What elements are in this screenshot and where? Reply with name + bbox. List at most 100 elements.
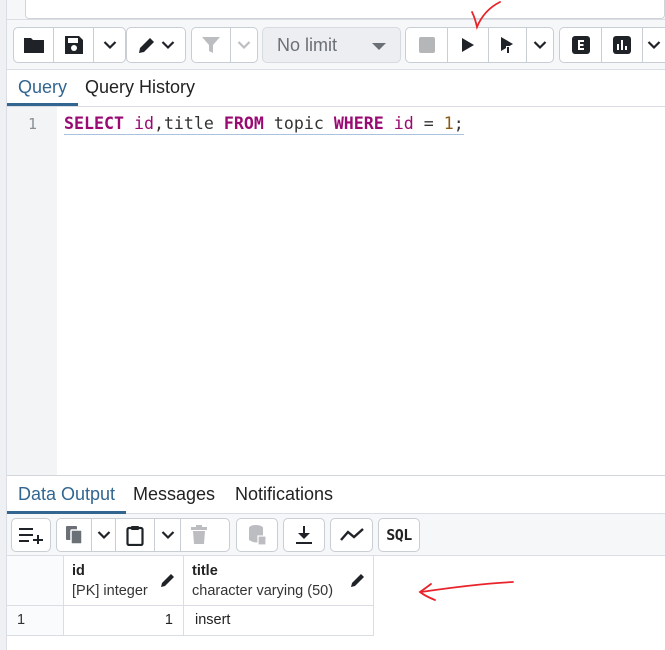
- explain-e-icon: [571, 36, 590, 54]
- output-tabs: Data Output Messages Notifications: [7, 476, 665, 514]
- cell-value: insert: [195, 612, 231, 628]
- stop-icon: [418, 37, 435, 53]
- delete-row-button[interactable]: [181, 519, 217, 551]
- table-cell-title[interactable]: insert: [184, 606, 374, 636]
- execute-options-dropdown[interactable]: [527, 28, 553, 62]
- download-button[interactable]: [284, 519, 324, 551]
- tab-notifications[interactable]: Notifications: [224, 478, 344, 514]
- execute-button-group: [405, 27, 554, 63]
- copy-options-dropdown[interactable]: [92, 519, 116, 551]
- row-number-cell[interactable]: 1: [7, 606, 64, 636]
- save-icon: [64, 36, 83, 54]
- save-data-icon: [249, 525, 267, 546]
- literal-value: 1: [443, 114, 454, 133]
- column-title: title: [163, 114, 214, 133]
- sql-group: SQL: [378, 518, 420, 552]
- top-strip-field: [25, 0, 665, 19]
- paste-button[interactable]: [116, 519, 155, 551]
- execute-button[interactable]: [448, 28, 489, 62]
- tab-query[interactable]: Query: [7, 71, 79, 106]
- check-annotation-icon: [471, 1, 501, 30]
- chevron-down-icon: [237, 41, 251, 50]
- sql-icon: SQL: [386, 526, 412, 544]
- row-limit-value: No limit: [277, 34, 338, 55]
- file-button-group: [13, 27, 126, 63]
- keyword-select: SELECT: [64, 114, 124, 133]
- execute-script-button[interactable]: [489, 28, 527, 62]
- paste-options-dropdown[interactable]: [155, 519, 181, 551]
- explain-button-group: [559, 27, 665, 63]
- column-header-title[interactable]: title character varying (50): [184, 556, 374, 606]
- save-file-button[interactable]: [54, 28, 94, 62]
- comma: ,: [153, 114, 164, 133]
- keyword-where: WHERE: [333, 114, 384, 133]
- stop-button[interactable]: [406, 28, 448, 62]
- column-name: title: [192, 563, 218, 579]
- query-toolbar: No limit: [7, 1, 665, 70]
- delete-icon: [191, 525, 207, 544]
- folder-icon: [23, 38, 44, 53]
- pencil-icon: [161, 574, 174, 587]
- add-row-button[interactable]: [12, 519, 50, 551]
- filter-options-dropdown[interactable]: [231, 28, 257, 62]
- explain-icon: [500, 37, 513, 53]
- open-file-button[interactable]: [14, 28, 54, 62]
- copy-button[interactable]: [57, 519, 92, 551]
- save-data-button[interactable]: [237, 519, 277, 551]
- left-edge: [0, 0, 7, 650]
- where-column: id: [393, 114, 414, 133]
- operator: =: [423, 114, 434, 133]
- column-type: [PK] integer: [72, 583, 148, 599]
- edit-button-group: [126, 27, 186, 63]
- clipboard-group: [56, 518, 230, 552]
- save-data-group: [236, 518, 278, 552]
- arrow-annotation-icon: [418, 581, 514, 601]
- row-limit-select[interactable]: No limit: [262, 27, 401, 63]
- graph-visualiser-button[interactable]: [331, 519, 372, 551]
- filter-button-group: [191, 27, 258, 63]
- explain-analyze-button[interactable]: [602, 28, 643, 62]
- chevron-down-icon: [161, 531, 174, 540]
- caret-down-icon: [372, 43, 386, 50]
- code-line[interactable]: SELECT id,title FROM topic WHERE id = 1;: [64, 114, 464, 135]
- sql-editor[interactable]: 1 SELECT id,title FROM topic WHERE id = …: [7, 107, 665, 475]
- add-row-icon: [19, 528, 43, 544]
- row-number: 1: [17, 612, 26, 628]
- output-toolbar: SQL: [7, 514, 665, 556]
- query-tabs: Query Query History: [7, 71, 665, 107]
- filter-icon: [202, 37, 220, 53]
- grid-corner[interactable]: [7, 556, 64, 606]
- download-group: [283, 518, 325, 552]
- pencil-icon: [351, 574, 364, 587]
- chevron-down-icon: [103, 41, 116, 50]
- filter-button[interactable]: [192, 28, 231, 62]
- add-row-group: [11, 518, 51, 552]
- explain-options-dropdown[interactable]: [643, 28, 664, 62]
- tab-messages[interactable]: Messages: [122, 478, 226, 514]
- explain-button[interactable]: [560, 28, 602, 62]
- paste-icon: [126, 525, 144, 546]
- sql-button[interactable]: SQL: [379, 519, 419, 551]
- table-cell-id[interactable]: 1: [64, 606, 184, 636]
- tab-data-output[interactable]: Data Output: [7, 478, 127, 514]
- edit-icon: [139, 38, 154, 53]
- explain-analyze-icon: [613, 36, 631, 54]
- line-number: 1: [27, 115, 37, 133]
- chevron-down-icon: [161, 41, 175, 50]
- edit-menu-button[interactable]: [127, 28, 185, 62]
- editor-gutter: 1: [7, 107, 57, 475]
- keyword-from: FROM: [223, 114, 264, 133]
- download-icon: [296, 526, 312, 544]
- column-header-id[interactable]: id [PK] integer: [64, 556, 184, 606]
- chevron-down-icon: [647, 41, 660, 50]
- top-strip: [7, 0, 665, 20]
- column-type: character varying (50): [192, 583, 334, 599]
- column-name: id: [72, 563, 85, 579]
- graph-icon: [339, 528, 364, 541]
- table-name: topic: [273, 114, 324, 133]
- save-options-dropdown[interactable]: [94, 28, 125, 62]
- chevron-down-icon: [533, 41, 547, 50]
- tab-query-history[interactable]: Query History: [74, 71, 206, 106]
- column-id: id: [133, 114, 154, 133]
- graph-group: [330, 518, 373, 552]
